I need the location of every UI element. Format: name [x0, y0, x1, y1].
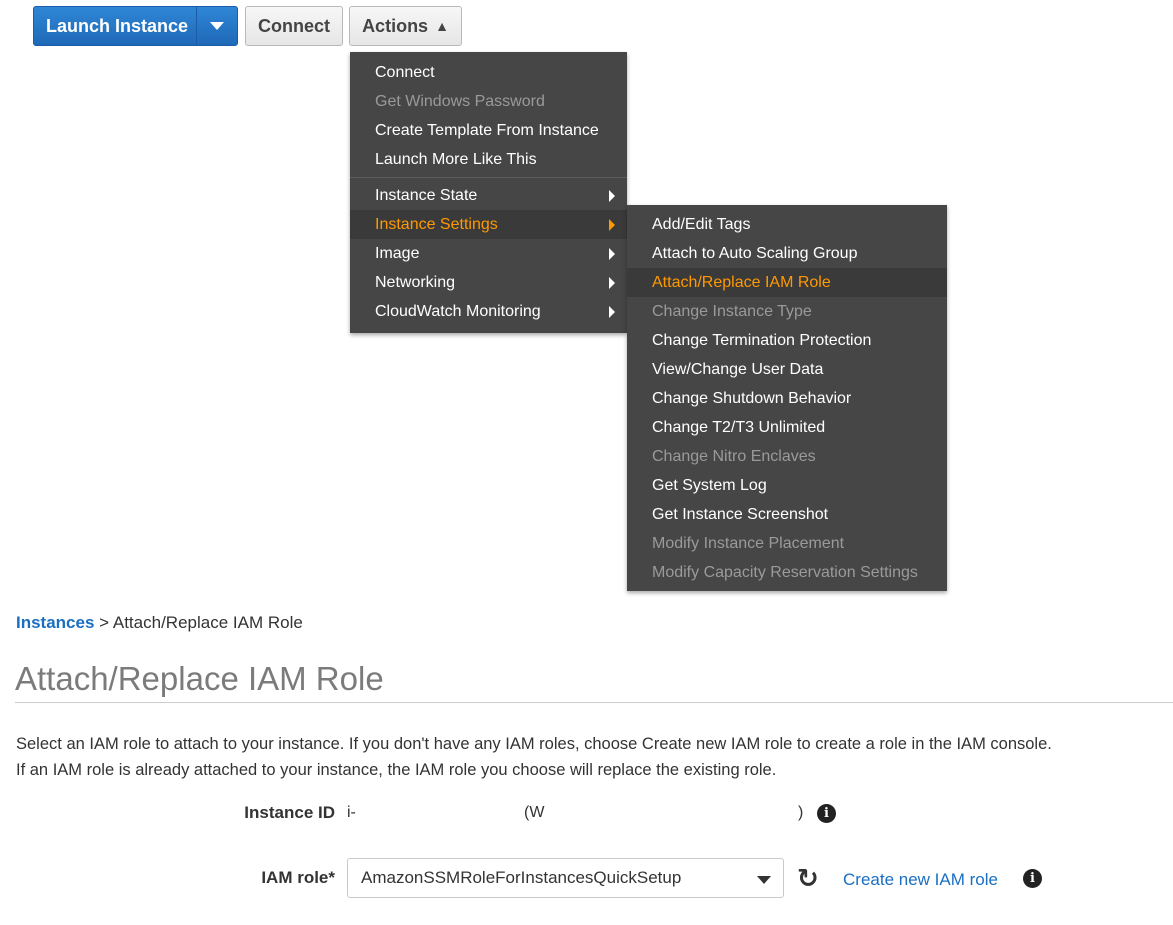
menu-item-cloudwatch-monitoring[interactable]: CloudWatch Monitoring	[350, 297, 627, 326]
refresh-icon[interactable]: ↻	[797, 864, 819, 892]
instance-id-label: Instance ID	[244, 803, 335, 822]
menu-item-instance-settings[interactable]: Instance Settings	[350, 210, 627, 239]
menu-item-launch-more-like-this[interactable]: Launch More Like This	[350, 145, 627, 174]
launch-instance-button[interactable]: Launch Instance	[33, 6, 238, 46]
menu-item-label: Networking	[375, 274, 456, 291]
menu-item-networking[interactable]: Networking	[350, 268, 627, 297]
title-divider	[15, 702, 1173, 703]
instance-name-close: )	[798, 804, 804, 821]
chevron-right-icon	[609, 277, 615, 289]
submenu-item-change-nitro-enclaves: Change Nitro Enclaves	[652, 448, 816, 465]
actions-label: Actions	[362, 15, 429, 36]
menu-separator	[350, 177, 627, 178]
launch-instance-label: Launch Instance	[46, 15, 189, 36]
caret-down-icon	[757, 876, 771, 884]
submenu-item-add-edit-tags[interactable]: Add/Edit Tags	[627, 210, 947, 239]
page-title: Attach/Replace IAM Role	[15, 660, 384, 697]
breadcrumb: Instances > Attach/Replace IAM Role	[16, 613, 303, 633]
breadcrumb-separator: >	[94, 613, 113, 632]
description-line-2: If an IAM role is already attached to yo…	[16, 761, 777, 779]
chevron-right-icon	[609, 248, 615, 260]
submenu-item-view-change-user-data[interactable]: View/Change User Data	[627, 355, 947, 384]
actions-button[interactable]: Actions ▲	[349, 6, 462, 46]
actions-menu: Connect Get Windows Password Create Temp…	[350, 52, 627, 333]
chevron-right-icon	[609, 219, 615, 231]
description-line-1: Select an IAM role to attach to your ins…	[16, 735, 1052, 753]
menu-item-label: CloudWatch Monitoring	[375, 303, 541, 320]
chevron-right-icon	[609, 190, 615, 202]
submenu-item-attach-auto-scaling[interactable]: Attach to Auto Scaling Group	[627, 239, 947, 268]
info-icon[interactable]: i	[817, 804, 836, 823]
submenu-item-get-instance-screenshot[interactable]: Get Instance Screenshot	[627, 500, 947, 529]
chevron-up-icon: ▲	[435, 18, 449, 34]
iam-role-select[interactable]: AmazonSSMRoleForInstancesQuickSetup	[347, 858, 784, 898]
menu-item-get-windows-password: Get Windows Password	[375, 93, 545, 110]
submenu-item-change-termination-protection[interactable]: Change Termination Protection	[627, 326, 947, 355]
submenu-item-change-t2-t3-unlimited[interactable]: Change T2/T3 Unlimited	[627, 413, 947, 442]
submenu-item-get-system-log[interactable]: Get System Log	[627, 471, 947, 500]
caret-down-icon	[210, 22, 224, 30]
menu-item-label: Image	[375, 245, 420, 262]
page-description: Select an IAM role to attach to your ins…	[16, 731, 1052, 783]
menu-item-image[interactable]: Image	[350, 239, 627, 268]
launch-options-dropdown[interactable]	[196, 7, 237, 45]
iam-role-label: IAM role*	[261, 868, 335, 887]
submenu-item-modify-capacity-reservation: Modify Capacity Reservation Settings	[652, 564, 918, 581]
submenu-item-change-shutdown-behavior[interactable]: Change Shutdown Behavior	[627, 384, 947, 413]
chevron-right-icon	[609, 306, 615, 318]
breadcrumb-instances-link[interactable]: Instances	[16, 613, 94, 632]
menu-item-label: Instance Settings	[375, 216, 498, 233]
breadcrumb-current: Attach/Replace IAM Role	[112, 613, 303, 632]
instance-name-open: (W	[524, 804, 545, 821]
info-icon[interactable]: i	[1023, 869, 1042, 888]
instance-settings-submenu: Add/Edit Tags Attach to Auto Scaling Gro…	[627, 205, 947, 591]
create-new-iam-role-link[interactable]: Create new IAM role	[843, 870, 998, 890]
iam-role-selected-value: AmazonSSMRoleForInstancesQuickSetup	[361, 868, 682, 887]
instance-id-value: i-	[347, 804, 356, 821]
menu-item-instance-state[interactable]: Instance State	[350, 181, 627, 210]
menu-item-create-template[interactable]: Create Template From Instance	[350, 116, 627, 145]
connect-button[interactable]: Connect	[245, 6, 343, 46]
menu-item-label: Instance State	[375, 187, 478, 204]
menu-item-connect[interactable]: Connect	[350, 58, 627, 87]
submenu-item-attach-replace-iam-role[interactable]: Attach/Replace IAM Role	[627, 268, 947, 297]
submenu-item-modify-instance-placement: Modify Instance Placement	[652, 535, 845, 552]
submenu-item-change-instance-type: Change Instance Type	[652, 303, 812, 320]
